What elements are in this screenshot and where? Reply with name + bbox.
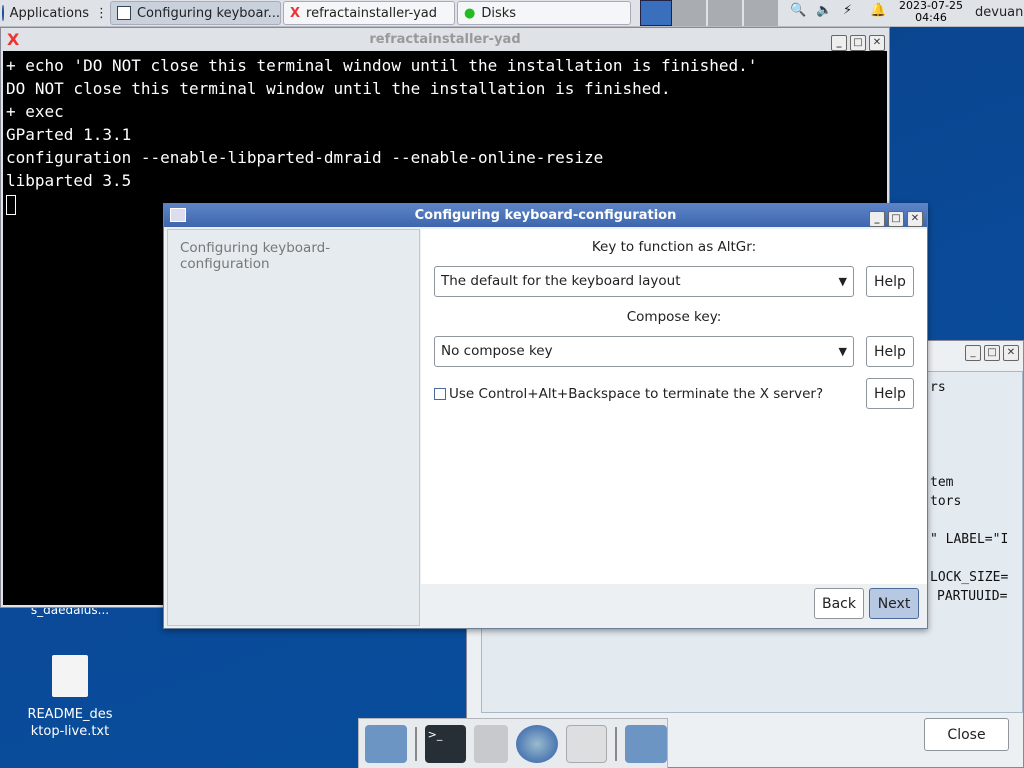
folder-icon[interactable] xyxy=(625,724,668,763)
devuan-logo-icon xyxy=(2,5,4,21)
ctrl-alt-backspace-checkbox[interactable]: Use Control+Alt+Backspace to terminate t… xyxy=(434,386,823,402)
maximize-button[interactable]: □ xyxy=(850,34,866,51)
checkbox[interactable] xyxy=(434,388,446,400)
compose-label: Compose key: xyxy=(626,309,722,325)
taskbar: Applications ⋮ Configuring keyboar... Xre… xyxy=(0,0,1024,27)
search-icon[interactable]: 🔍 xyxy=(790,3,806,18)
dock: >_ xyxy=(358,718,668,768)
refracta-icon: X xyxy=(7,30,20,49)
applications-menu[interactable]: Applications ⋮ xyxy=(0,1,108,25)
terminal-icon[interactable]: >_ xyxy=(424,724,467,763)
back-button[interactable]: Back xyxy=(814,588,864,619)
username[interactable]: devuan xyxy=(975,5,1023,20)
next-button[interactable]: Next xyxy=(869,588,919,619)
dialog-content: Key to function as AltGr: The default fo… xyxy=(421,229,927,584)
home-folder-icon[interactable] xyxy=(365,724,407,763)
minimize-button[interactable]: _ xyxy=(965,344,981,361)
readme-label[interactable]: README_des ktop-live.txt xyxy=(20,706,120,740)
terminal-cursor xyxy=(6,194,16,215)
chevron-down-icon: ▼ xyxy=(838,275,847,288)
workspace-4[interactable] xyxy=(744,0,778,26)
close-button[interactable]: ✕ xyxy=(907,210,923,227)
minimize-button[interactable]: _ xyxy=(831,34,847,51)
separator-icon: ⋮ xyxy=(95,5,108,21)
maximize-button[interactable]: □ xyxy=(984,344,1000,361)
altgr-select[interactable]: The default for the keyboard layout ▼ xyxy=(434,266,854,297)
dialog-sidebar: Configuring keyboard-configuration xyxy=(167,229,420,626)
file-cabinet-icon[interactable] xyxy=(474,724,509,763)
refracta-icon: X xyxy=(290,5,301,21)
volume-icon[interactable]: 🔈 xyxy=(816,3,832,18)
altgr-label: Key to function as AltGr: xyxy=(591,239,757,255)
maximize-button[interactable]: □ xyxy=(888,210,904,227)
power-icon[interactable]: ⚡ xyxy=(843,3,852,18)
task-configuring-keyboard[interactable]: Configuring keyboar... xyxy=(110,1,281,25)
web-browser-icon[interactable] xyxy=(516,724,558,763)
disks-icon: ● xyxy=(464,5,476,21)
workspace-3[interactable] xyxy=(708,0,742,26)
window-icon xyxy=(117,6,131,20)
terminal-titlebar[interactable]: X refractainstaller-yad _ □ ✕ xyxy=(1,28,889,51)
dock-separator xyxy=(615,726,618,761)
compose-help-button[interactable]: Help xyxy=(866,336,914,367)
clock[interactable]: 2023-07-25 04:46 xyxy=(896,0,966,24)
chevron-down-icon: ▼ xyxy=(838,345,847,358)
checkbox-help-button[interactable]: Help xyxy=(866,378,914,409)
keyboard-config-dialog: Configuring keyboard-configuration _ □ ✕ C… xyxy=(163,203,928,629)
minimize-button[interactable]: _ xyxy=(869,210,885,227)
task-disks[interactable]: ● Disks xyxy=(457,1,631,25)
task-refractainstaller[interactable]: Xrefractainstaller-yad xyxy=(283,1,455,25)
close-button[interactable]: ✕ xyxy=(1003,344,1019,361)
notification-bell-icon[interactable]: 🔔 xyxy=(870,3,886,18)
altgr-help-button[interactable]: Help xyxy=(866,266,914,297)
close-button[interactable]: Close xyxy=(924,718,1009,751)
close-button[interactable]: ✕ xyxy=(869,34,885,51)
search-app-icon[interactable] xyxy=(565,724,608,763)
dialog-titlebar[interactable]: Configuring keyboard-configuration _ □ ✕ xyxy=(164,204,927,227)
readme-file-icon[interactable] xyxy=(52,655,88,697)
window-icon xyxy=(170,208,186,222)
dock-separator xyxy=(414,726,417,761)
workspace-pager[interactable] xyxy=(640,0,672,26)
compose-select[interactable]: No compose key ▼ xyxy=(434,336,854,367)
workspace-2[interactable] xyxy=(672,0,706,26)
